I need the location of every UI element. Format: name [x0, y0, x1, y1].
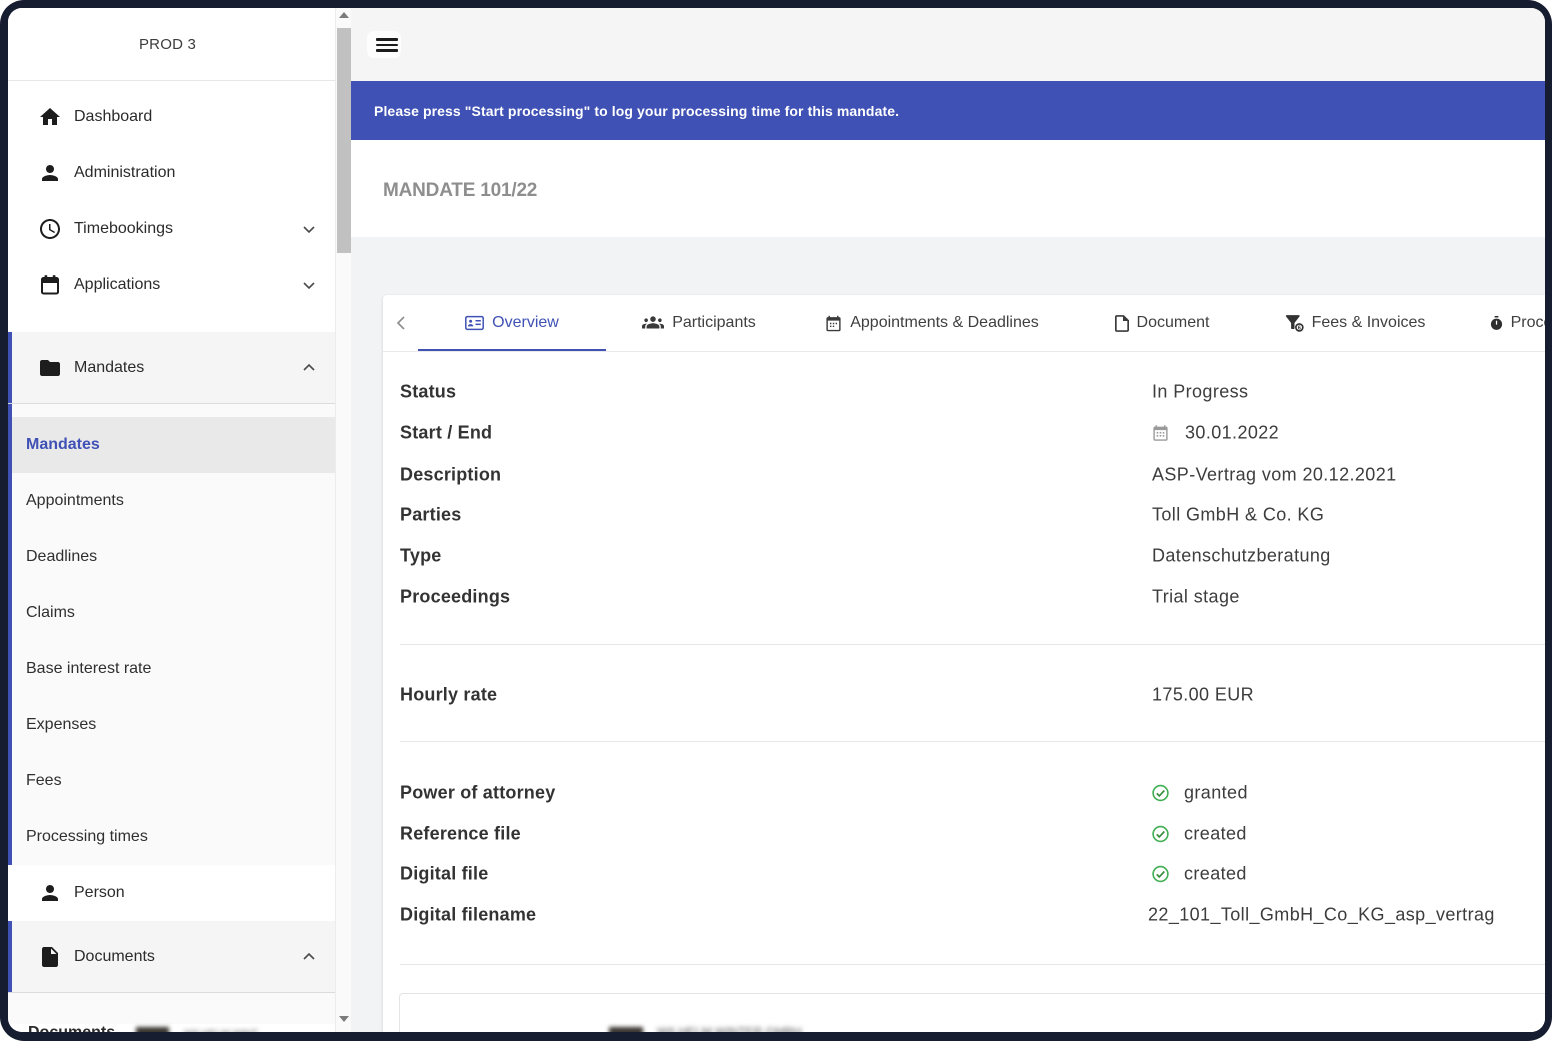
svg-text:6: 6: [1297, 325, 1300, 331]
